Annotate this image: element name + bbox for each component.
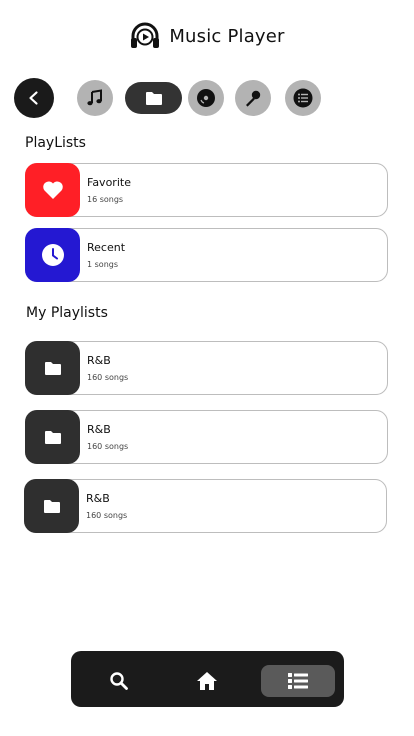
playlist-thumb — [25, 228, 80, 282]
playlist-name: Recent — [87, 241, 126, 254]
my-playlist-card[interactable]: R&B 160 songs — [24, 479, 387, 533]
playlist-card-recent[interactable]: Recent 1 songs — [25, 228, 388, 282]
tab-folders[interactable] — [125, 82, 182, 114]
playlist-thumb — [25, 341, 80, 395]
music-note-icon — [87, 89, 102, 106]
list-icon — [293, 88, 313, 108]
section-title-my-playlists: My Playlists — [26, 305, 108, 321]
playlist-count: 1 songs — [87, 260, 119, 269]
playlist-thumb — [25, 410, 80, 464]
my-playlist-card[interactable]: R&B 160 songs — [25, 341, 388, 395]
tab-albums[interactable] — [188, 80, 224, 116]
tab-songs[interactable] — [77, 80, 113, 116]
headphones-play-icon — [131, 22, 160, 48]
section-title-playlists: PlayLists — [25, 135, 86, 151]
folder-icon — [43, 499, 60, 513]
playlist-thumb — [25, 163, 80, 217]
disc-icon — [197, 89, 215, 107]
playlist-name: R&B — [86, 492, 110, 505]
list-icon — [288, 673, 308, 689]
folder-icon — [44, 361, 61, 375]
folder-icon — [145, 91, 162, 105]
my-playlist-card[interactable]: R&B 160 songs — [25, 410, 388, 464]
heart-icon — [42, 181, 63, 199]
playlist-count: 160 songs — [86, 511, 128, 520]
back-button[interactable] — [14, 78, 54, 118]
bottom-nav — [71, 651, 344, 707]
playlist-count: 160 songs — [87, 442, 129, 451]
playlist-name: Favorite — [87, 176, 131, 189]
playlist-count: 160 songs — [87, 373, 129, 382]
playlist-name: R&B — [87, 354, 111, 367]
category-tabs — [0, 78, 414, 118]
nav-library-button[interactable] — [261, 665, 335, 697]
playlist-card-favorite[interactable]: Favorite 16 songs — [25, 163, 388, 217]
app-title: Music Player — [169, 25, 285, 47]
app-header: Music Player — [0, 16, 414, 56]
clock-icon — [41, 244, 64, 266]
nav-search-button[interactable] — [101, 665, 137, 697]
playlist-thumb — [24, 479, 79, 533]
tab-playlists[interactable] — [285, 80, 321, 116]
nav-home-button[interactable] — [189, 665, 225, 697]
chevron-left-icon — [29, 91, 38, 105]
home-icon — [197, 672, 217, 690]
search-icon — [110, 672, 128, 690]
tab-artists[interactable] — [235, 80, 271, 116]
folder-icon — [44, 430, 61, 444]
playlist-name: R&B — [87, 423, 111, 436]
microphone-icon — [246, 90, 261, 107]
playlist-count: 16 songs — [87, 195, 124, 204]
